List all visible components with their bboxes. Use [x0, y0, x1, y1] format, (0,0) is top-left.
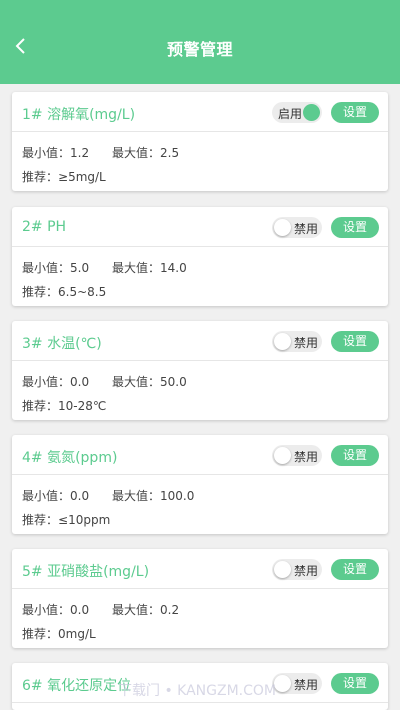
enable-toggle[interactable]: 禁用 [272, 559, 322, 580]
min-label: 最小值： [22, 489, 71, 503]
toggle-label: 禁用 [294, 450, 319, 464]
max-group: 最大值：14.0 [112, 259, 187, 276]
recommend-value: 0mg/L [58, 627, 96, 641]
card-header: 5# 亚硝酸盐(mg/L) 禁用 设置 [12, 549, 388, 589]
card-title: 6# 氧化还原定位 [22, 678, 132, 694]
enable-toggle[interactable]: 启用 [272, 102, 322, 123]
recommend-row: 推荐：10-28℃ [22, 397, 106, 414]
min-max-row: 最小值：5.0 最大值：14.0 [22, 259, 187, 276]
alert-card: 5# 亚硝酸盐(mg/L) 禁用 设置 最小值：0.0 最大值：0.2 推荐：0… [12, 549, 388, 648]
min-value: 0.0 [70, 375, 90, 389]
toggle-label: 禁用 [294, 678, 319, 692]
alert-card: 1# 溶解氧(mg/L) 启用 设置 最小值：1.2 最大值：2.5 推荐：≥5… [12, 92, 388, 191]
recommend-value: 10-28℃ [58, 399, 107, 413]
max-group: 最大值：100.0 [112, 487, 194, 504]
min-max-row: 最小值：0.0 最大值：0.2 [22, 601, 179, 618]
card-title: 2# PH [22, 219, 67, 235]
toggle-knob [303, 104, 320, 121]
card-header: 3# 水温(℃) 禁用 设置 [12, 321, 388, 361]
settings-button[interactable]: 设置 [331, 331, 379, 352]
card-title: 4# 氨氮(ppm) [22, 450, 118, 466]
card-header: 4# 氨氮(ppm) 禁用 设置 [12, 435, 388, 475]
toggle-label: 禁用 [294, 222, 319, 236]
max-group: 最大值：0.2 [112, 601, 179, 618]
toggle-label: 禁用 [294, 564, 319, 578]
max-value: 14.0 [160, 261, 187, 275]
min-value: 1.2 [70, 146, 90, 160]
toggle-knob [274, 561, 291, 578]
min-max-row: 最小值：0.0 最大值：100.0 [22, 487, 194, 504]
max-value: 100.0 [160, 489, 195, 503]
min-label: 最小值： [22, 375, 71, 389]
recommend-label: 推荐： [22, 399, 59, 413]
alert-card: 4# 氨氮(ppm) 禁用 设置 最小值：0.0 最大值：100.0 推荐：≤1… [12, 435, 388, 534]
settings-button[interactable]: 设置 [331, 102, 379, 123]
toggle-label: 启用 [278, 107, 303, 121]
toggle-label: 禁用 [294, 336, 319, 350]
min-max-row: 最小值：1.2 最大值：2.5 [22, 144, 179, 161]
min-value: 0.0 [70, 489, 90, 503]
recommend-value: 6.5~8.5 [58, 285, 107, 299]
alert-card: 2# PH 禁用 设置 最小值：5.0 最大值：14.0 推荐：6.5~8.5 [12, 207, 388, 306]
settings-button[interactable]: 设置 [331, 559, 379, 580]
recommend-value: ≥5mg/L [58, 170, 106, 184]
max-value: 50.0 [160, 375, 187, 389]
enable-toggle[interactable]: 禁用 [272, 217, 322, 238]
max-value: 0.2 [160, 603, 180, 617]
min-value: 5.0 [70, 261, 90, 275]
app-header: 预警管理 [0, 0, 400, 84]
recommend-label: 推荐： [22, 170, 59, 184]
min-label: 最小值： [22, 603, 71, 617]
recommend-label: 推荐： [22, 285, 59, 299]
max-label: 最大值： [112, 489, 161, 503]
settings-button[interactable]: 设置 [331, 673, 379, 694]
max-label: 最大值： [112, 146, 161, 160]
toggle-knob [274, 333, 291, 350]
toggle-knob [274, 219, 291, 236]
min-label: 最小值： [22, 146, 71, 160]
max-label: 最大值： [112, 603, 161, 617]
min-max-row: 最小值：0.0 最大值：50.0 [22, 373, 187, 390]
max-label: 最大值： [112, 375, 161, 389]
min-label: 最小值： [22, 261, 71, 275]
toggle-knob [274, 447, 291, 464]
min-value: 0.0 [70, 603, 90, 617]
recommend-label: 推荐： [22, 513, 59, 527]
max-label: 最大值： [112, 261, 161, 275]
recommend-row: 推荐：≤10ppm [22, 511, 110, 528]
recommend-label: 推荐： [22, 627, 59, 641]
page-title: 预警管理 [166, 40, 233, 59]
max-group: 最大值：2.5 [112, 144, 179, 161]
enable-toggle[interactable]: 禁用 [272, 445, 322, 466]
card-title: 5# 亚硝酸盐(mg/L) [22, 564, 150, 580]
recommend-value: ≤10ppm [58, 513, 111, 527]
recommend-row: 推荐：≥5mg/L [22, 168, 106, 185]
toggle-knob [274, 675, 291, 692]
enable-toggle[interactable]: 禁用 [272, 673, 322, 694]
enable-toggle[interactable]: 禁用 [272, 331, 322, 352]
card-title: 1# 溶解氧(mg/L) [22, 107, 136, 123]
settings-button[interactable]: 设置 [331, 217, 379, 238]
watermark: 下载门 • KANGZM.COM [118, 683, 276, 699]
card-header: 2# PH 禁用 设置 [12, 207, 388, 247]
max-group: 最大值：50.0 [112, 373, 187, 390]
card-title: 3# 水温(℃) [22, 336, 102, 352]
max-value: 2.5 [160, 146, 180, 160]
settings-button[interactable]: 设置 [331, 445, 379, 466]
alert-card: 3# 水温(℃) 禁用 设置 最小值：0.0 最大值：50.0 推荐：10-28… [12, 321, 388, 420]
recommend-row: 推荐：6.5~8.5 [22, 283, 106, 300]
card-header: 1# 溶解氧(mg/L) 启用 设置 [12, 92, 388, 132]
recommend-row: 推荐：0mg/L [22, 625, 96, 642]
